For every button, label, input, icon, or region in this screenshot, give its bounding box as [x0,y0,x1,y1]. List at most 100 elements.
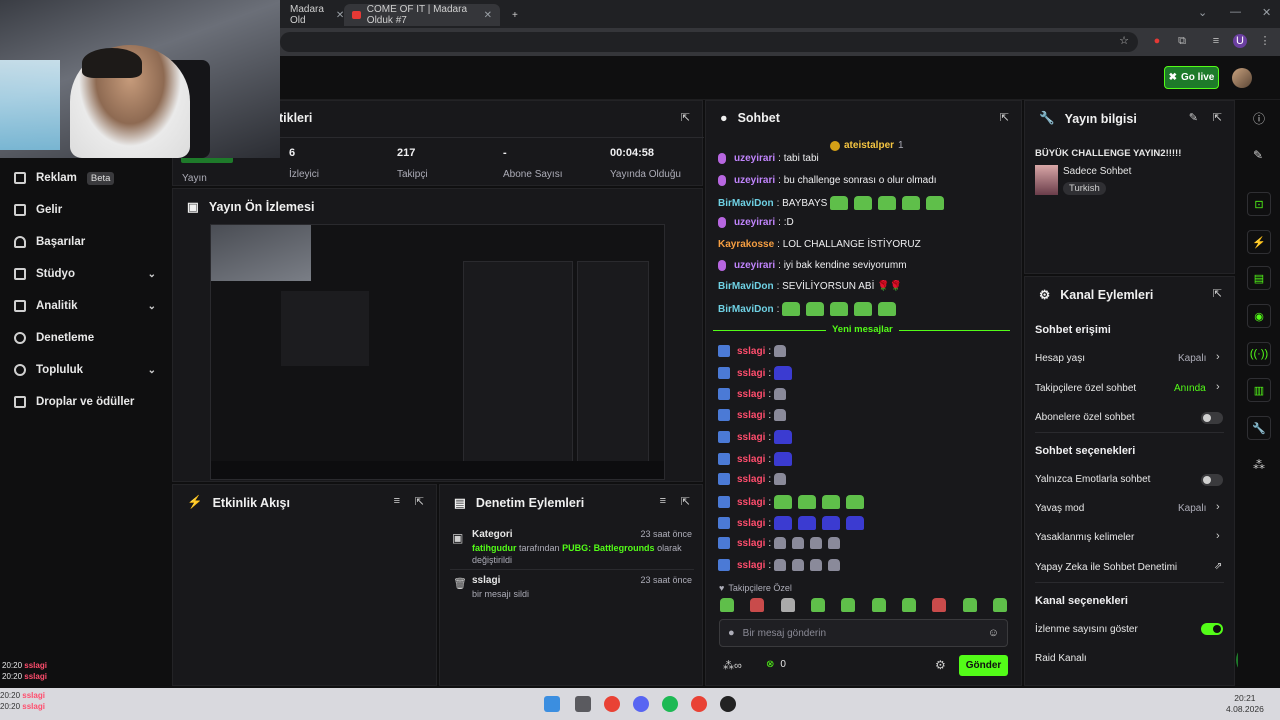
sidebar-item-gelir[interactable]: Gelir [14,200,164,220]
popout-icon[interactable]: ⇱ [1213,111,1222,124]
stream-preview[interactable] [210,224,665,480]
chrome-icon[interactable] [604,696,620,712]
windows-start-icon[interactable] [544,696,560,712]
chat-username[interactable]: sslagi [737,389,765,400]
send-button[interactable]: Gönder [959,655,1008,676]
chat-username[interactable]: sslagi [737,560,765,571]
chat-username[interactable]: BirMaviDon [718,281,774,292]
ai-mod-label[interactable]: Yapay Zeka ile Sohbet Denetimi [1035,562,1177,573]
sidebar-item-denetleme[interactable]: Denetleme [14,328,164,348]
chrome-icon[interactable] [691,696,707,712]
chat-username[interactable]: sslagi [737,474,765,485]
chat-username[interactable]: sslagi [737,410,765,421]
slow-mode-value[interactable]: Kapalı [1178,503,1206,514]
broadcast-icon[interactable]: ((·)) [1247,342,1271,366]
raid-label[interactable]: Raid Kanalı [1035,653,1087,664]
emote-icon[interactable] [750,598,765,612]
subs-chat-toggle[interactable] [1201,412,1223,424]
sidebar-item-studyo[interactable]: Stüdyo ⌄ [14,264,164,284]
users-icon[interactable]: ⁂ [1253,458,1265,472]
extension-icon[interactable]: ● [1150,34,1164,48]
category-name[interactable]: Sadece Sohbet [1063,166,1131,177]
chat-input[interactable]: ● Bir mesaj gönderin ☺ [719,619,1008,647]
sidebar-item-basarilar[interactable]: Başarılar [14,232,164,252]
bolt-icon[interactable]: ⚡ [1247,230,1271,254]
emote-icon[interactable] [901,598,916,612]
banned-words-label[interactable]: Yasaklanmış kelimeler [1035,532,1134,543]
info-icon[interactable]: ⓘ [1253,110,1265,127]
pinned-user[interactable]: ateistalper [844,140,894,151]
wrench-icon[interactable]: 🔧 [1247,416,1271,440]
popout-icon[interactable]: ⇱ [1213,287,1222,300]
chat-username[interactable]: uzeyirari [734,175,775,186]
new-tab-button[interactable]: + [504,4,526,26]
emote-only-toggle[interactable] [1201,474,1223,486]
chat-username[interactable]: uzeyirari [734,260,775,271]
clock[interactable]: 20:21 4.08.2026 [1226,693,1264,715]
profile-icon[interactable]: U [1233,34,1247,48]
chat-icon[interactable]: ◉ [1247,304,1271,328]
user-link[interactable]: fatihgudur [472,543,517,553]
taskview-icon[interactable] [575,696,591,712]
popout-icon[interactable]: ⇱ [681,495,690,508]
playlist-icon[interactable]: ≡ [1209,34,1223,48]
channel-points[interactable]: ⊗ 0 [766,659,786,670]
emote-icon[interactable] [992,598,1007,612]
chat-username[interactable]: sslagi [737,497,765,508]
chat-username[interactable]: uzeyirari [734,217,775,228]
chat-username[interactable]: sslagi [737,368,765,379]
star-icon[interactable]: ☆ [1117,34,1131,48]
emote-icon[interactable] [932,598,947,612]
account-age-value[interactable]: Kapalı [1178,353,1206,364]
sidebar-item-topluluk[interactable]: Topluluk ⌄ [14,360,164,380]
close-icon[interactable]: ✕ [484,10,492,21]
sidebar-item-droplar[interactable]: Droplar ve ödüller [14,392,164,412]
puzzle-icon[interactable]: ⧉ [1175,34,1189,48]
filter-icon[interactable]: ≡ [394,495,400,507]
sidebar-item-analitik[interactable]: Analitik ⌄ [14,296,164,316]
browser-tab[interactable]: Madara Old ✕ [282,4,344,26]
chat-username[interactable]: uzeyirari [734,153,775,164]
gear-icon[interactable]: ⚙ [935,658,946,672]
followers-chat-value[interactable]: Anında [1174,383,1206,394]
chat-username[interactable]: BirMaviDon [718,198,774,209]
browser-tab[interactable]: COME OF IT | Madara Olduk #7 ✕ [344,4,500,26]
emote-icon[interactable] [720,598,734,612]
emote-icon[interactable] [871,598,886,612]
chat-username[interactable]: sslagi [737,346,765,357]
chevron-down-icon[interactable]: ⌄ [1198,6,1207,19]
sidebar-item-reklam[interactable]: Reklam Beta [14,168,164,188]
chat-username[interactable]: BirMaviDon [718,304,774,315]
users-icon[interactable]: ⁂∞ [723,659,742,672]
chevron-right-icon[interactable]: › [1216,351,1220,363]
spotify-icon[interactable] [662,696,678,712]
category-link[interactable]: PUBG: Battlegrounds [562,543,655,553]
show-viewers-toggle[interactable] [1201,623,1223,635]
emote-icon[interactable] [841,598,856,612]
chevron-right-icon[interactable]: › [1216,381,1220,393]
popout-icon[interactable]: ⇱ [1000,111,1009,124]
chat-username[interactable]: sslagi [737,538,765,549]
external-link-icon[interactable]: ⇗ [1214,561,1222,572]
go-live-button[interactable]: ✖ Go live [1164,66,1219,89]
chat-username[interactable]: Kayrakosse [718,239,774,250]
chat-username[interactable]: sslagi [737,432,765,443]
popout-icon[interactable]: ⇱ [681,111,690,124]
chat-username[interactable]: sslagi [737,454,765,465]
popout-icon[interactable]: ⇱ [415,495,424,508]
obs-icon[interactable] [720,696,736,712]
pencil-icon[interactable]: ✎ [1253,148,1263,162]
emote-icon[interactable] [962,598,977,612]
minimize-icon[interactable]: — [1230,6,1241,18]
chevron-right-icon[interactable]: › [1216,501,1220,513]
url-field[interactable] [280,32,1138,52]
filter-icon[interactable]: ≡ [660,495,666,507]
emote-icon[interactable] [780,598,795,612]
layout-icon[interactable]: ▥ [1247,378,1271,402]
pencil-icon[interactable]: ✎ [1189,111,1198,124]
target-icon[interactable]: ⊡ [1247,192,1271,216]
discord-icon[interactable] [633,696,649,712]
avatar[interactable] [1232,68,1252,88]
document-icon[interactable]: ▤ [1247,266,1271,290]
emoji-icon[interactable]: ☺ [988,627,999,639]
